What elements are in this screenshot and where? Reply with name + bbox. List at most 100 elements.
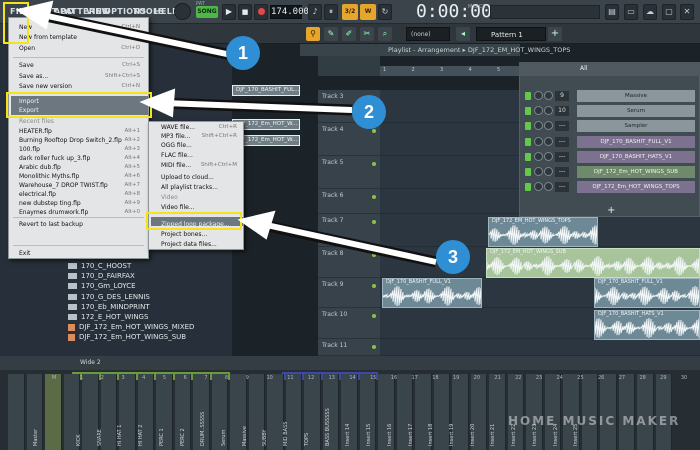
mixer-strip[interactable] xyxy=(267,374,284,450)
volume-knob-icon[interactable] xyxy=(544,91,553,100)
browser-item[interactable]: 170_D_FAIRFAX xyxy=(68,272,135,280)
channel-mixer-number[interactable]: 9 xyxy=(555,91,569,101)
channel-led-icon[interactable] xyxy=(525,122,531,131)
snap-icon[interactable]: ⚲ xyxy=(306,27,320,41)
channel-name-button[interactable]: Massive xyxy=(577,90,695,102)
channel-mixer-number[interactable]: --- xyxy=(555,151,569,162)
volume-knob-icon[interactable] xyxy=(544,151,553,161)
mixer-strip[interactable] xyxy=(618,374,635,450)
export-menu-item[interactable]: Video file... xyxy=(161,204,195,211)
track-active-icon[interactable] xyxy=(372,284,376,288)
export-menu-item[interactable]: FLAC file... xyxy=(161,152,193,159)
channel-led-icon[interactable] xyxy=(525,107,531,116)
master-volume-knob-icon[interactable] xyxy=(174,3,191,20)
channel-name-button[interactable]: Serum xyxy=(577,105,695,118)
track-active-icon[interactable] xyxy=(372,162,376,166)
channel-name-button[interactable]: DJF_170_BASHIT_HATS_V1 xyxy=(577,150,695,163)
audio-clip[interactable]: DJF_172_EM_HOT_WINGS_TOPS xyxy=(488,217,598,247)
channel-led-icon[interactable] xyxy=(525,92,531,100)
channel-led-icon[interactable] xyxy=(525,152,531,161)
browser-item[interactable]: 172_E_HOT_WINGS xyxy=(68,313,148,321)
file-menu-item[interactable]: Save as... xyxy=(19,73,48,80)
blend-button[interactable]: W xyxy=(360,4,376,20)
file-menu-item[interactable]: Enaymes drumwork.flp xyxy=(19,209,88,216)
track-active-icon[interactable] xyxy=(372,345,376,349)
audio-clip[interactable]: DJF_170_BASHIT_FULL_V1 xyxy=(594,278,700,308)
volume-knob-icon[interactable] xyxy=(544,136,553,146)
mixer-strip[interactable] xyxy=(655,374,672,450)
track-active-icon[interactable] xyxy=(372,253,376,257)
file-menu-item[interactable]: Warehouse_7 DROP TWIST.flp xyxy=(19,182,108,189)
channel-mixer-number[interactable]: --- xyxy=(555,167,569,177)
file-menu-item[interactable]: Exit xyxy=(19,250,30,257)
loop-record-icon[interactable]: ↻ xyxy=(378,4,392,20)
pan-knob-icon[interactable] xyxy=(534,91,543,100)
mixer-strip[interactable] xyxy=(433,374,450,450)
file-menu-item[interactable]: dark roller fuck up_3.flp xyxy=(19,155,90,162)
pan-knob-icon[interactable] xyxy=(534,151,543,161)
track-header[interactable]: Track 10 xyxy=(318,308,380,339)
channel-led-icon[interactable] xyxy=(525,168,531,176)
file-menu-item[interactable]: Arabic dub.flp xyxy=(19,164,61,171)
channel-row[interactable]: 10 Serum xyxy=(525,105,695,118)
pan-knob-icon[interactable] xyxy=(534,106,543,116)
export-menu-item[interactable]: Project bones... xyxy=(161,231,207,238)
channel-name-button[interactable]: Sampler xyxy=(577,120,695,133)
export-menu-item[interactable]: Upload to cloud... xyxy=(161,174,214,181)
channel-tab[interactable]: DJF_170_BASHIT_FUL... xyxy=(232,85,300,96)
channel-row[interactable]: --- Sampler xyxy=(525,120,695,133)
channel-name-button[interactable]: DJF_172_Em_HOT_WINGS_TOPS xyxy=(577,181,695,194)
channel-led-icon[interactable] xyxy=(525,183,531,192)
pattern-select[interactable]: Pattern 1 xyxy=(476,27,546,41)
file-menu-item[interactable]: Burning Rooftop Drop Switch_2.flp xyxy=(19,137,122,144)
track-header[interactable]: Track 8 xyxy=(318,247,380,278)
track-header[interactable]: Track 5 xyxy=(318,156,380,189)
mixer-view-label[interactable]: Wide 2 xyxy=(80,359,101,366)
channel-name-button[interactable]: DJF_172_Em_HOT_WINGS_SUB xyxy=(577,166,695,178)
channel-mixer-number[interactable]: 10 xyxy=(555,106,569,117)
file-menu-item[interactable]: Recent files xyxy=(19,118,54,125)
file-menu-item[interactable]: Monolithic Myths.flp xyxy=(19,173,79,180)
file-menu-item[interactable]: electrical.flp xyxy=(19,191,56,198)
pan-knob-icon[interactable] xyxy=(534,167,543,176)
file-menu-item[interactable]: Save xyxy=(19,62,34,69)
channel-row[interactable]: --- DJF_172_Em_HOT_WINGS_SUB xyxy=(525,166,695,178)
pencil-icon[interactable]: ✎ xyxy=(324,27,338,41)
channel-row[interactable]: 9 Massive xyxy=(525,90,695,102)
export-menu-item[interactable]: MP3 file... xyxy=(161,133,190,140)
audio-clip[interactable]: DJF_172_EM_HOT_WINGS_SUB xyxy=(486,248,700,278)
browser-item[interactable]: 170_G_DES_LENNIS xyxy=(68,293,150,301)
countdown-button[interactable]: 3/2 xyxy=(342,4,358,20)
volume-knob-icon[interactable] xyxy=(544,106,553,116)
file-menu-item[interactable]: Revert to last backup xyxy=(19,221,83,228)
record-icon[interactable] xyxy=(254,4,268,20)
song-mode-button[interactable]: SONG xyxy=(196,6,218,18)
file-menu-item[interactable]: Save new version xyxy=(19,83,72,90)
browser-item[interactable]: DJF_172_Em_HOT_WINGS_SUB xyxy=(68,333,186,341)
audio-clip[interactable]: DJF_170_BASHIT_FULL_V1 xyxy=(382,278,482,308)
track-header[interactable]: Track 6 xyxy=(318,189,380,214)
browser-item[interactable]: 170_Eb_MINDPRINT xyxy=(68,303,150,311)
browser-item[interactable]: 170_C_HOOST xyxy=(68,262,131,270)
tempo-display[interactable]: 174.000 xyxy=(270,5,309,19)
channel-mixer-number[interactable]: --- xyxy=(555,136,569,147)
browser-item[interactable]: DJF_172_Em_HOT_WINGS_MIXED xyxy=(68,323,194,331)
track-header[interactable]: Track 7 xyxy=(318,214,380,247)
track-active-icon[interactable] xyxy=(372,314,376,318)
news-icon[interactable]: ▭ xyxy=(624,4,638,20)
volume-knob-icon[interactable] xyxy=(544,121,553,131)
export-menu-item[interactable]: OGG file... xyxy=(161,142,192,149)
wait-icon[interactable]: ⏸ xyxy=(324,4,338,20)
file-menu-item[interactable]: new dubstep ting.flp xyxy=(19,200,81,207)
window-icon[interactable]: ▢ xyxy=(662,4,676,20)
zoom-icon[interactable]: ⌕ xyxy=(378,27,392,41)
snap-select[interactable]: (none) xyxy=(406,27,450,41)
mixer-strip[interactable] xyxy=(600,374,617,450)
mixer-strip[interactable] xyxy=(581,374,598,450)
browser-item[interactable]: 170_Gm_LOYCE xyxy=(68,282,136,290)
pan-knob-icon[interactable] xyxy=(534,182,543,192)
track-lane[interactable] xyxy=(380,339,700,356)
track-active-icon[interactable] xyxy=(372,195,376,199)
channel-rack-filter[interactable]: All xyxy=(580,65,587,72)
add-pattern-button[interactable]: + xyxy=(548,27,562,41)
